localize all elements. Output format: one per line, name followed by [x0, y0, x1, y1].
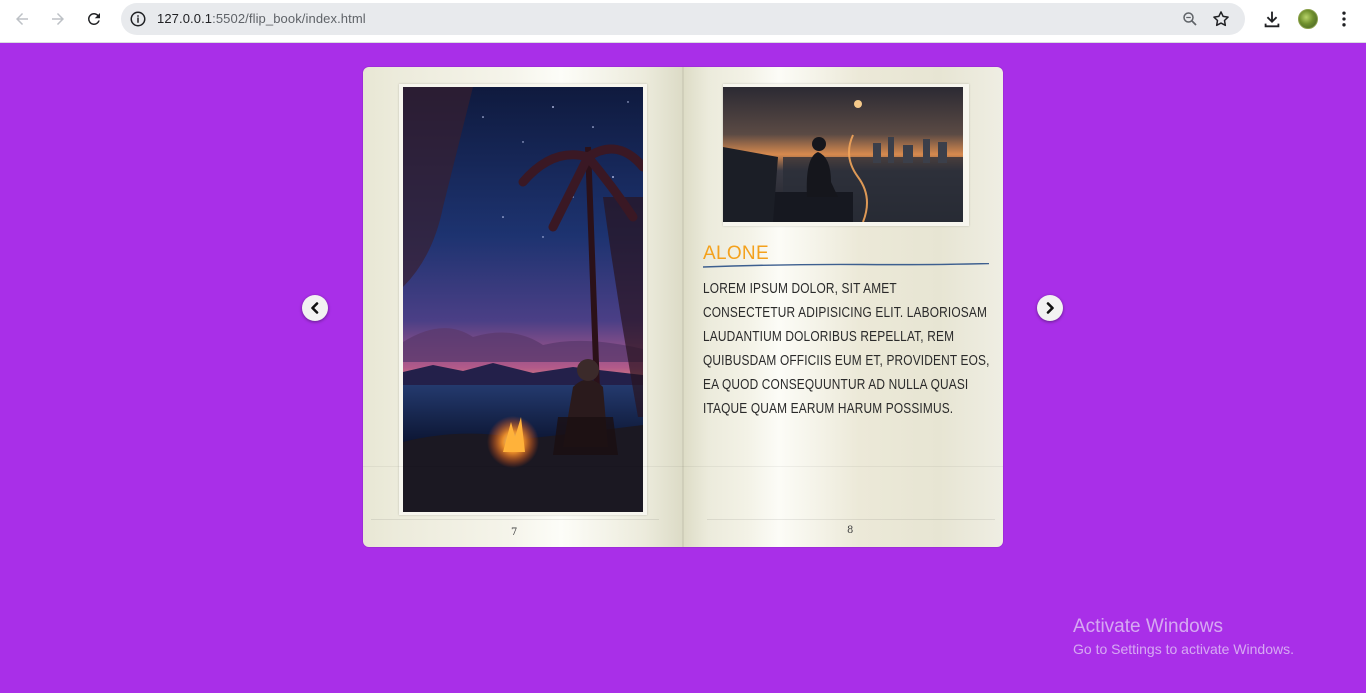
browser-toolbar: 127.0.0.1:5502/flip_book/index.html: [0, 0, 1366, 43]
next-page-button[interactable]: [1037, 295, 1063, 321]
reload-icon: [87, 12, 100, 25]
watermark-title: Activate Windows: [1073, 616, 1223, 637]
url-path: :5502/flip_book/index.html: [212, 11, 366, 26]
forward-button[interactable]: [44, 7, 72, 31]
arrow-left-icon: [16, 13, 28, 25]
flip-book[interactable]: 7 ALONE LOREM IPSUM DOLOR, SIT AMET CONS…: [363, 67, 1003, 547]
story-body: Lorem ipsum dolor, sit amet consectetur …: [703, 281, 990, 417]
beach-campfire-image: [403, 87, 643, 512]
left-page-number: 7: [511, 527, 518, 538]
address-bar[interactable]: 127.0.0.1:5502/flip_book/index.html: [121, 3, 1245, 35]
site-info-icon[interactable]: [129, 10, 147, 28]
left-footer-rule: [371, 519, 659, 520]
left-page-image-frame: [399, 84, 647, 515]
kebab-menu-icon[interactable]: [1334, 9, 1354, 29]
page-fold-line: [363, 466, 1003, 467]
right-page[interactable]: ALONE Lorem ipsum dolor, sit amet consec…: [683, 67, 1003, 547]
bookmark-star-icon[interactable]: [1211, 9, 1231, 29]
title-underline: [703, 263, 989, 268]
download-icon[interactable]: [1261, 8, 1283, 30]
left-page[interactable]: 7: [363, 67, 683, 547]
right-page-image-frame: [723, 84, 969, 226]
windows-activation-watermark: Activate Windows Go to Settings to activ…: [1073, 616, 1294, 657]
arrow-right-icon: [52, 13, 64, 25]
reload-button[interactable]: [80, 7, 108, 31]
chevron-right-icon: [1046, 302, 1054, 314]
url-host: 127.0.0.1: [157, 11, 213, 26]
previous-page-button[interactable]: [302, 295, 328, 321]
book-spine: [682, 67, 684, 547]
chevron-left-icon: [311, 302, 319, 314]
right-footer-rule: [707, 519, 995, 520]
back-button[interactable]: [8, 7, 36, 31]
story-title: ALONE: [703, 243, 769, 264]
profile-avatar[interactable]: [1298, 9, 1318, 29]
right-page-number: 8: [847, 525, 854, 536]
city-rooftop-image: [723, 87, 963, 222]
watermark-subtitle: Go to Settings to activate Windows.: [1073, 641, 1294, 657]
url-text[interactable]: 127.0.0.1:5502/flip_book/index.html: [157, 11, 366, 26]
zoom-icon[interactable]: [1181, 10, 1199, 28]
